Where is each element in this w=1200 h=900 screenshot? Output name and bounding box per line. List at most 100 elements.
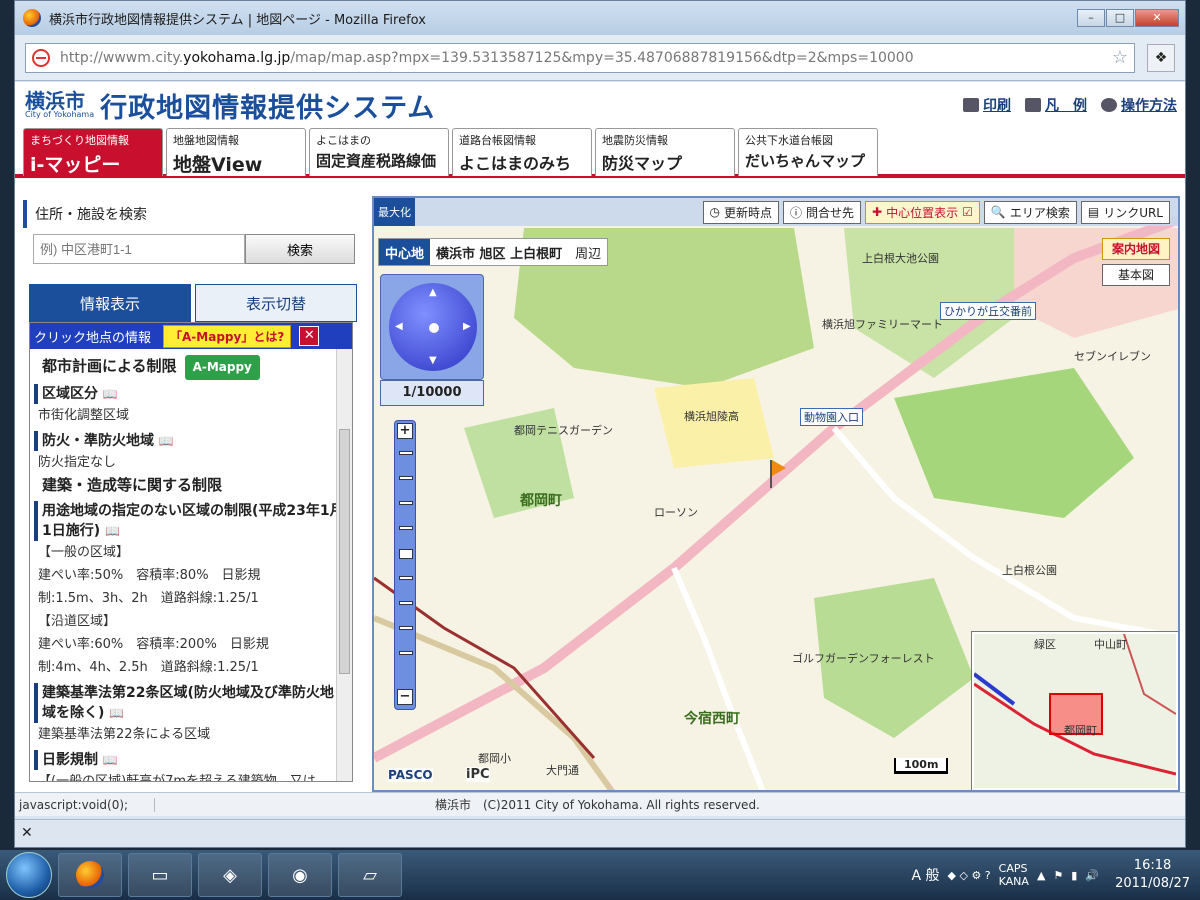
zoom-handle[interactable] <box>399 549 413 559</box>
info-scrollbar[interactable] <box>336 349 352 781</box>
urban-plan-heading: 都市計画による制限 A-Mappy <box>34 355 344 380</box>
zoom-tick[interactable] <box>399 476 413 480</box>
legend-link[interactable]: 凡 例 <box>1025 95 1087 115</box>
section-title[interactable]: 区域区分 📖 <box>34 384 344 404</box>
addon-bar-close-icon[interactable]: ✕ <box>21 825 33 841</box>
map-area[interactable]: 上白根大池公園 ひかりが丘交番前 横浜旭ファミリーマート セブンイレブン 横浜旭… <box>372 196 1180 792</box>
section-title[interactable]: 防火・準防火地域 📖 <box>34 431 344 451</box>
pan-left-icon[interactable]: ◀ <box>395 321 403 332</box>
tab-display-switch[interactable]: 表示切替 <box>195 284 357 322</box>
url-path: /map/map.asp?mpx=139.5313587125&mpy=35.4… <box>290 49 914 66</box>
taskbar-evernote[interactable]: ◉ <box>268 853 332 897</box>
url-input[interactable]: http://wwwm.city. yokohama.lg.jp/map/map.… <box>25 42 1135 73</box>
taskbar-app[interactable]: ◈ <box>198 853 262 897</box>
search-button[interactable]: 検索 <box>245 234 355 264</box>
help-label: 操作方法 <box>1121 98 1177 114</box>
volume-icon[interactable]: 🔊 <box>1085 869 1099 882</box>
zoom-tick[interactable] <box>399 651 413 655</box>
web-page: 横浜市 City of Yokohama 行政地図情報提供システム 印刷 凡 例… <box>15 82 1185 792</box>
status-bar: javascript:void(0); 横浜市 (C)2011 City of … <box>15 792 1185 816</box>
scroll-thumb[interactable] <box>339 429 350 674</box>
pan-up-icon[interactable]: ▲ <box>429 287 437 298</box>
pan-dial[interactable]: ▲ ▼ ◀ ▶ <box>389 283 477 371</box>
overview-minimap[interactable]: 緑区 中山町 都岡町 <box>971 631 1178 790</box>
taskbar-explorer[interactable]: ▭ <box>128 853 192 897</box>
print-link[interactable]: 印刷 <box>963 95 1011 115</box>
site-logo[interactable]: 横浜市 City of Yokohama <box>25 91 94 119</box>
section-body: 【一般の区域】 <box>38 545 130 560</box>
tab-imappy[interactable]: まちづくり地図情報 i-マッピー <box>23 128 163 176</box>
amappy-button[interactable]: A-Mappy <box>184 355 260 380</box>
link-url-label: リンクURL <box>1103 205 1163 220</box>
pan-center-dot[interactable] <box>429 323 439 333</box>
maximize-button[interactable]: □ <box>1106 9 1134 27</box>
taskbar-firefox[interactable] <box>58 853 122 897</box>
site-identity-icon[interactable] <box>32 48 50 67</box>
tab-bousai[interactable]: 地震防災情報 防災マップ <box>595 128 735 176</box>
zoom-tick[interactable] <box>399 451 413 455</box>
book-icon[interactable]: 📖 <box>109 706 124 720</box>
tab-jiban-view[interactable]: 地盤地図情報 地盤View <box>166 128 306 176</box>
book-icon[interactable]: 📖 <box>159 434 174 448</box>
guide-map-button[interactable]: 案内地図 <box>1102 238 1170 260</box>
contact-button[interactable]: ⓘ 問合せ先 <box>783 200 862 224</box>
addon-icon[interactable]: ❖ <box>1147 43 1175 72</box>
book-icon[interactable]: 📖 <box>105 524 120 538</box>
minimize-button[interactable]: – <box>1077 9 1105 27</box>
firefox-icon <box>23 9 41 27</box>
window-controls: – □ ✕ <box>1076 9 1179 27</box>
zoom-tick[interactable] <box>399 526 413 530</box>
show-hidden-icons[interactable]: ▲ <box>1037 869 1045 882</box>
zoom-in-button[interactable]: + <box>397 423 413 439</box>
maximize-map-button[interactable]: 最大化 <box>374 198 415 226</box>
zoom-tick[interactable] <box>399 501 413 505</box>
help-icon <box>1101 98 1117 112</box>
zoom-tick[interactable] <box>399 576 413 580</box>
center-location-text: 横浜市 旭区 上白根町 <box>436 246 563 262</box>
area-search-button[interactable]: 🔍 エリア検索 <box>983 200 1077 224</box>
bookmark-star-icon[interactable]: ☆ <box>1112 47 1128 68</box>
book-icon[interactable]: 📖 <box>103 387 118 401</box>
tab-daichan[interactable]: 公共下水道台帳図 だいちゃんマップ <box>738 128 878 176</box>
pan-right-icon[interactable]: ▶ <box>463 321 471 332</box>
address-search-input[interactable] <box>33 234 245 264</box>
zoom-out-button[interactable]: − <box>397 689 413 705</box>
map-scale-bar: 100m <box>894 758 949 774</box>
section-title[interactable]: 建築基準法第22条区域(防火地域及び準防火地域を除く) 📖 <box>34 683 344 723</box>
section-body: 建築基準法第22条による区域 <box>38 727 211 742</box>
section-title[interactable]: 用途地域の指定のない区域の制限(平成23年1月1日施行) 📖 <box>34 501 344 541</box>
pan-down-icon[interactable]: ▼ <box>429 355 437 366</box>
tab-main: よこはまのみち <box>459 154 572 173</box>
system-tray: A 般 ◆ ◇ ⚙ ? CAPS KANA ▲ ⚑ ▮ 🔊 16:18 2011/… <box>912 857 1200 893</box>
update-date-button[interactable]: ◷ 更新時点 <box>702 200 779 224</box>
zoom-slider[interactable]: + − <box>394 420 416 710</box>
center-location-box: 中心地 横浜市 旭区 上白根町 周辺 <box>378 238 609 266</box>
start-button[interactable] <box>6 852 52 898</box>
area-search-label: エリア検索 <box>1009 205 1070 220</box>
taskbar-folder[interactable]: ▱ <box>338 853 402 897</box>
tab-michi[interactable]: 道路台帳図情報 よこはまのみち <box>452 128 592 176</box>
link-url-button[interactable]: ▤ リンクURL <box>1080 200 1170 224</box>
center-display-button[interactable]: ✚ 中心位置表示 ☑ <box>865 200 980 224</box>
zoom-tick[interactable] <box>399 626 413 630</box>
center-display-label: 中心位置表示 <box>886 205 959 220</box>
tab-info-display[interactable]: 情報表示 <box>29 284 191 322</box>
tab-rosenka[interactable]: よこはまの 固定資産税路線価 <box>309 128 449 176</box>
what-is-amappy-button[interactable]: 「A-Mappy」とは? <box>163 324 292 348</box>
checkbox-checked-icon: ☑ <box>962 205 973 219</box>
network-icon[interactable]: ▮ <box>1071 869 1077 882</box>
base-map-button[interactable]: 基本図 <box>1102 264 1170 286</box>
left-pane: 住所・施設を検索 検索 情報表示 表示切替 クリック地点の情報 「A-Mappy… <box>23 190 363 795</box>
search-label: 住所・施設を検索 <box>23 200 363 228</box>
section-title[interactable]: 日影規制 📖 <box>34 750 344 770</box>
flag-icon[interactable]: ⚑ <box>1053 869 1063 882</box>
center-tag: 中心地 <box>379 239 431 265</box>
tray-icon[interactable]: ◆ ◇ ⚙ ? <box>948 869 991 882</box>
clock[interactable]: 16:18 2011/08/27 <box>1115 857 1190 893</box>
zoom-tick[interactable] <box>399 601 413 605</box>
close-info-button[interactable]: ✕ <box>299 326 320 346</box>
ime-indicator[interactable]: A 般 <box>912 865 940 885</box>
close-window-button[interactable]: ✕ <box>1135 9 1179 27</box>
book-icon[interactable]: 📖 <box>103 753 118 767</box>
help-link[interactable]: 操作方法 <box>1101 95 1177 115</box>
